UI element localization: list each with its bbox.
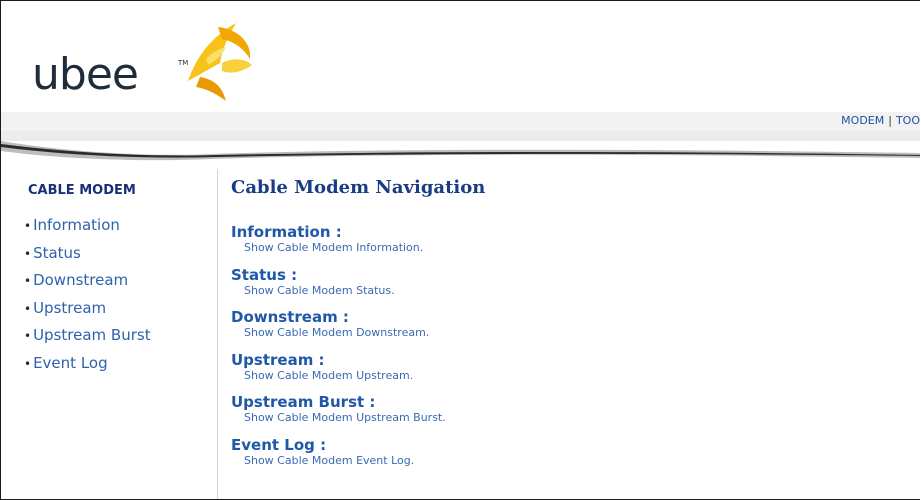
section-title: Information : — [231, 223, 342, 241]
navigation-sections: Information : Show Cable Modem Informati… — [231, 224, 485, 480]
nav-link-modem[interactable]: MODEM — [841, 114, 884, 127]
section-title: Upstream : — [231, 350, 325, 369]
section-title: Status : — [231, 265, 298, 284]
sidebar-item-event-log[interactable]: • Event Log — [24, 354, 151, 382]
section-description: Show Cable Modem Event Log. — [244, 453, 415, 467]
logo-wordmark: ubee — [32, 49, 139, 100]
section-title: Upstream Burst : — [231, 393, 376, 412]
sidebar-item-upstream-burst[interactable]: • Upstream Burst — [24, 326, 151, 354]
sidebar-item-status[interactable]: • Status — [24, 244, 151, 272]
section-information: Information : Show Cable Modem Informati… — [231, 224, 485, 267]
section-status: Status : Show Cable Modem Status. — [231, 265, 485, 310]
sidebar-item-label[interactable]: Status — [33, 244, 81, 262]
top-navigation-bar: MODEM | TOO — [1, 112, 920, 131]
bullet-icon: • — [24, 356, 32, 371]
section-description: Show Cable Modem Status. — [244, 283, 395, 297]
sidebar-item-information[interactable]: • Information — [24, 216, 151, 244]
sidebar: CABLE MODEM • Information • Status • Downst… — [1, 169, 218, 499]
section-description: Show Cable Modem Information. — [244, 241, 424, 254]
section-title: Downstream : — [231, 308, 349, 327]
fish-icon — [188, 23, 252, 101]
sidebar-item-downstream[interactable]: • Downstream — [24, 271, 151, 299]
sidebar-item-label[interactable]: Downstream — [33, 271, 128, 289]
bullet-icon: • — [24, 219, 32, 233]
bullet-icon: • — [24, 274, 32, 289]
section-upstream: Upstream : Show Cable Modem Upstream. — [231, 350, 485, 395]
bullet-icon: • — [24, 301, 32, 316]
section-event-log: Event Log : Show Cable Modem Event Log. — [231, 435, 485, 480]
section-description: Show Cable Modem Upstream Burst. — [244, 411, 446, 425]
sidebar-item-label[interactable]: Upstream — [33, 299, 106, 317]
page-title: Cable Modem Navigation — [231, 177, 486, 198]
section-downstream: Downstream : Show Cable Modem Downstream… — [231, 309, 485, 352]
nav-link-tools[interactable]: TOO — [896, 114, 920, 127]
section-description: Show Cable Modem Upstream. — [244, 368, 414, 382]
ubee-logo[interactable]: ubee TM — [28, 19, 258, 103]
sidebar-item-upstream[interactable]: • Upstream — [24, 299, 151, 327]
section-description: Show Cable Modem Downstream. — [244, 326, 430, 340]
main-content: Cable Modem Navigation Information : Sho… — [231, 177, 485, 480]
sidebar-item-label[interactable]: Information — [33, 216, 120, 234]
sidebar-title: CABLE MODEM — [28, 183, 136, 198]
sidebar-menu: • Information • Status • Downstream • Upstre… — [24, 216, 151, 382]
sidebar-item-label[interactable]: Event Log — [33, 354, 108, 372]
header-swoosh — [1, 131, 920, 165]
bullet-icon: • — [24, 329, 32, 344]
page-frame: ubee TM MODEM | TOO CABLE MODEM • Informati… — [0, 0, 920, 500]
section-upstream-burst: Upstream Burst : Show Cable Modem Upstre… — [231, 394, 485, 437]
section-title: Event Log : — [231, 435, 327, 454]
top-nav-links: MODEM | TOO — [841, 114, 920, 127]
nav-separator: | — [888, 114, 892, 127]
sidebar-item-label[interactable]: Upstream Burst — [33, 326, 151, 344]
bullet-icon: • — [24, 246, 32, 261]
